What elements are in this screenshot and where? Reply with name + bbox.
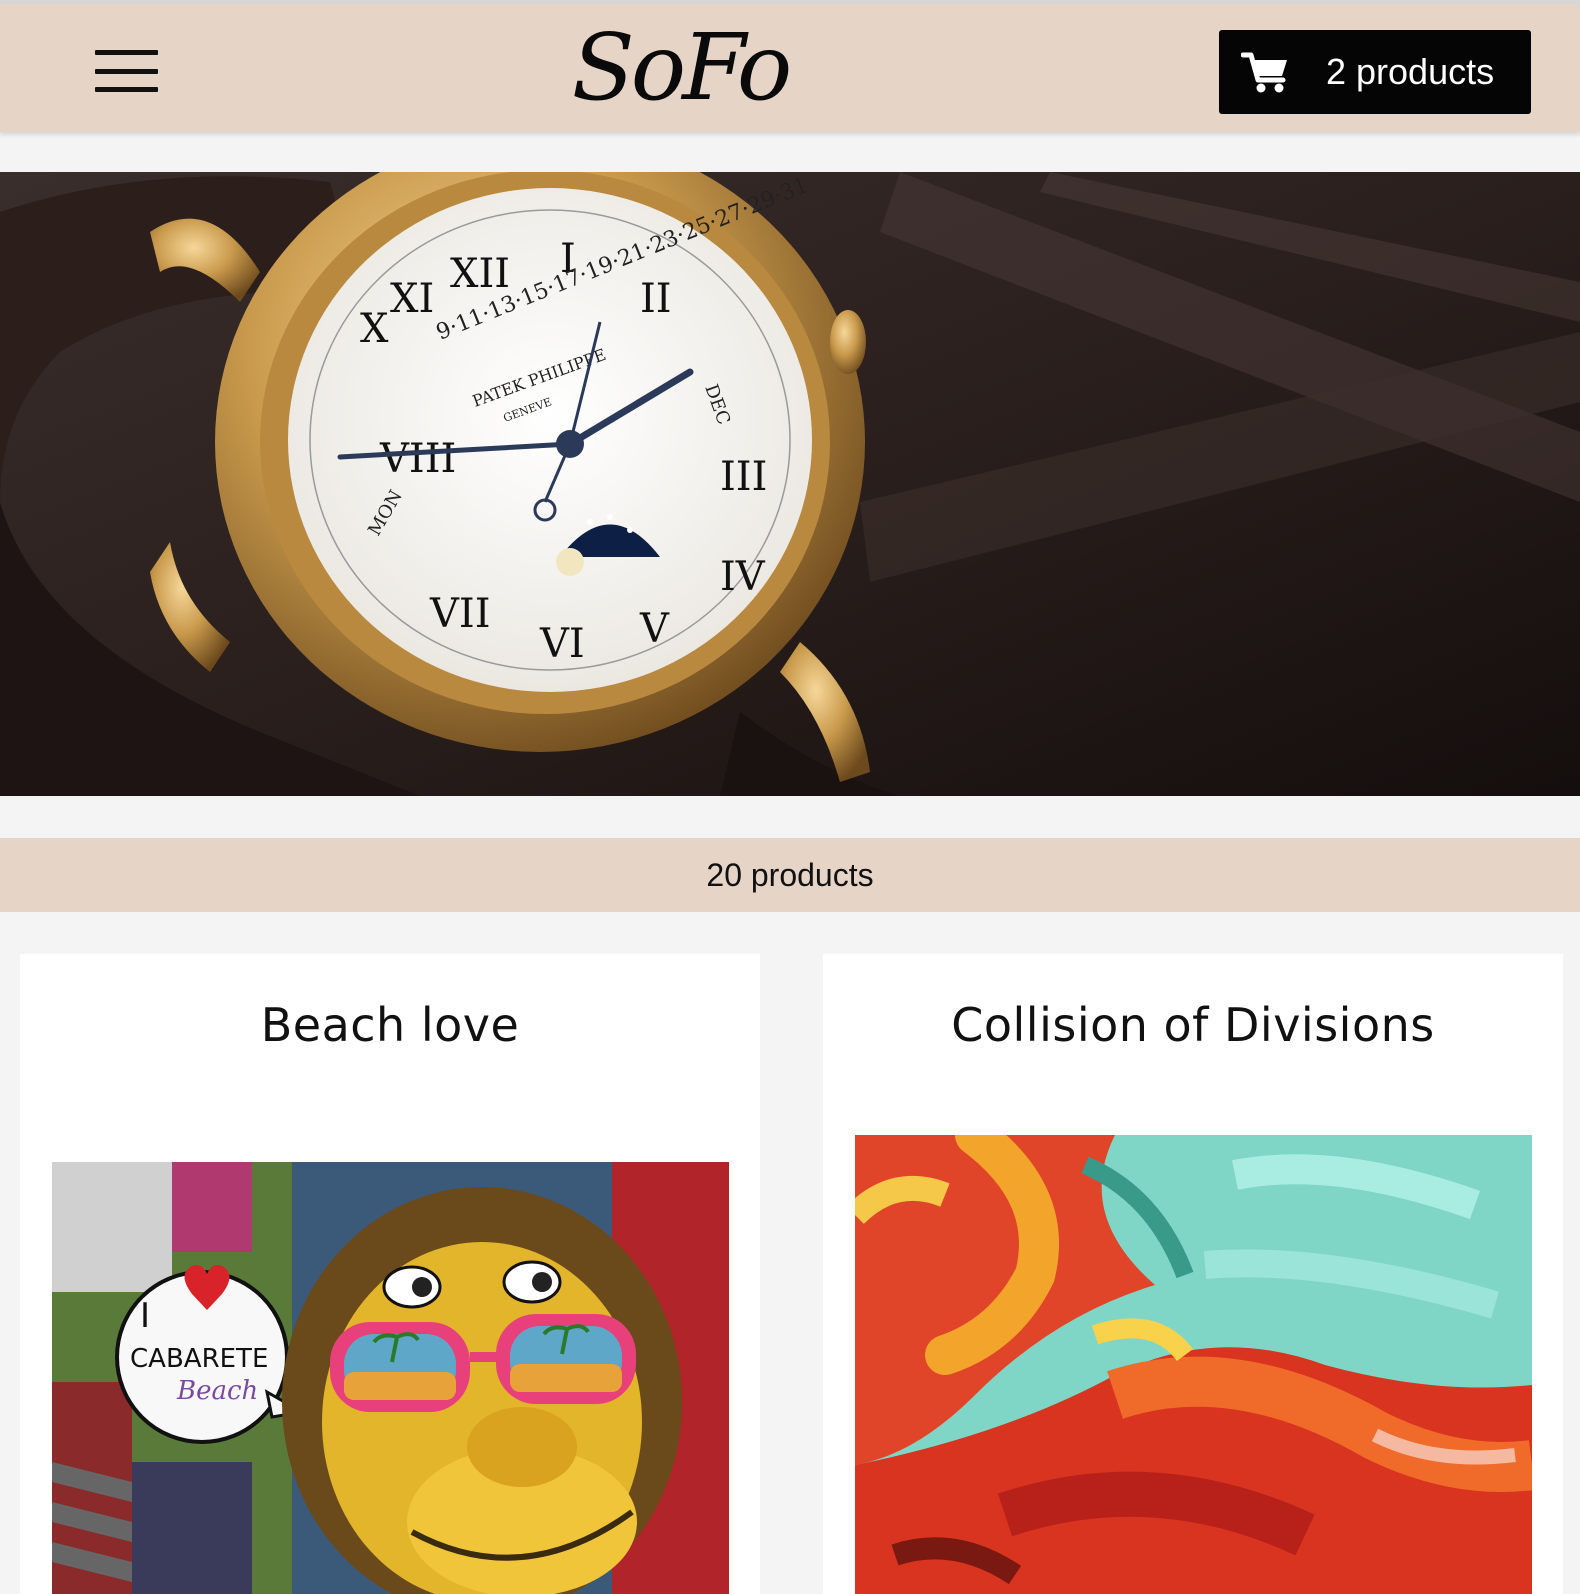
svg-text:VIII: VIII: [379, 436, 456, 482]
product-count-bar: 20 products: [0, 838, 1580, 912]
svg-text:XI: XI: [390, 276, 434, 322]
svg-text:IV: IV: [720, 554, 766, 600]
svg-text:VII: VII: [429, 591, 491, 637]
hero-banner-image: XII I II III IV V VI VII VIII X XI 9·11·…: [0, 172, 1580, 796]
hamburger-menu-icon[interactable]: [95, 50, 158, 92]
shopping-cart-icon: [1241, 52, 1287, 93]
cart-label: 2 products: [1326, 51, 1495, 92]
product-card[interactable]: Collision of Divisions: [823, 954, 1563, 1594]
product-title[interactable]: Beach love: [20, 954, 760, 1048]
menu-line: [95, 68, 158, 74]
product-title[interactable]: Collision of Divisions: [823, 954, 1563, 1048]
site-header: SoFo 2 products: [0, 0, 1580, 132]
graffiti-monkey-with-sunglasses: I CABARETE Beach: [52, 1162, 729, 1594]
svg-text:V: V: [639, 606, 670, 652]
cart-button[interactable]: 2 products: [1219, 30, 1531, 114]
product-image[interactable]: I CABARETE Beach: [52, 1162, 729, 1594]
product-card[interactable]: Beach love I CABARETE Beach: [20, 954, 760, 1594]
svg-text:XII: XII: [450, 251, 510, 297]
svg-text:CABARETE: CABARETE: [130, 1344, 268, 1374]
gold-wristwatch-photo: XII I II III IV V VI VII VIII X XI 9·11·…: [0, 172, 1580, 796]
logo-text: SoFo: [571, 14, 793, 121]
svg-text:VI: VI: [539, 621, 585, 667]
menu-line: [95, 87, 158, 92]
abstract-red-teal-painting: [855, 1135, 1532, 1594]
product-image[interactable]: [855, 1135, 1532, 1594]
site-logo[interactable]: SoFo: [560, 4, 800, 132]
svg-text:III: III: [720, 454, 767, 500]
menu-line: [95, 50, 158, 55]
svg-text:II: II: [640, 276, 672, 322]
svg-text:Beach: Beach: [176, 1376, 258, 1406]
svg-text:X: X: [360, 306, 389, 352]
svg-text:I: I: [140, 1296, 150, 1336]
